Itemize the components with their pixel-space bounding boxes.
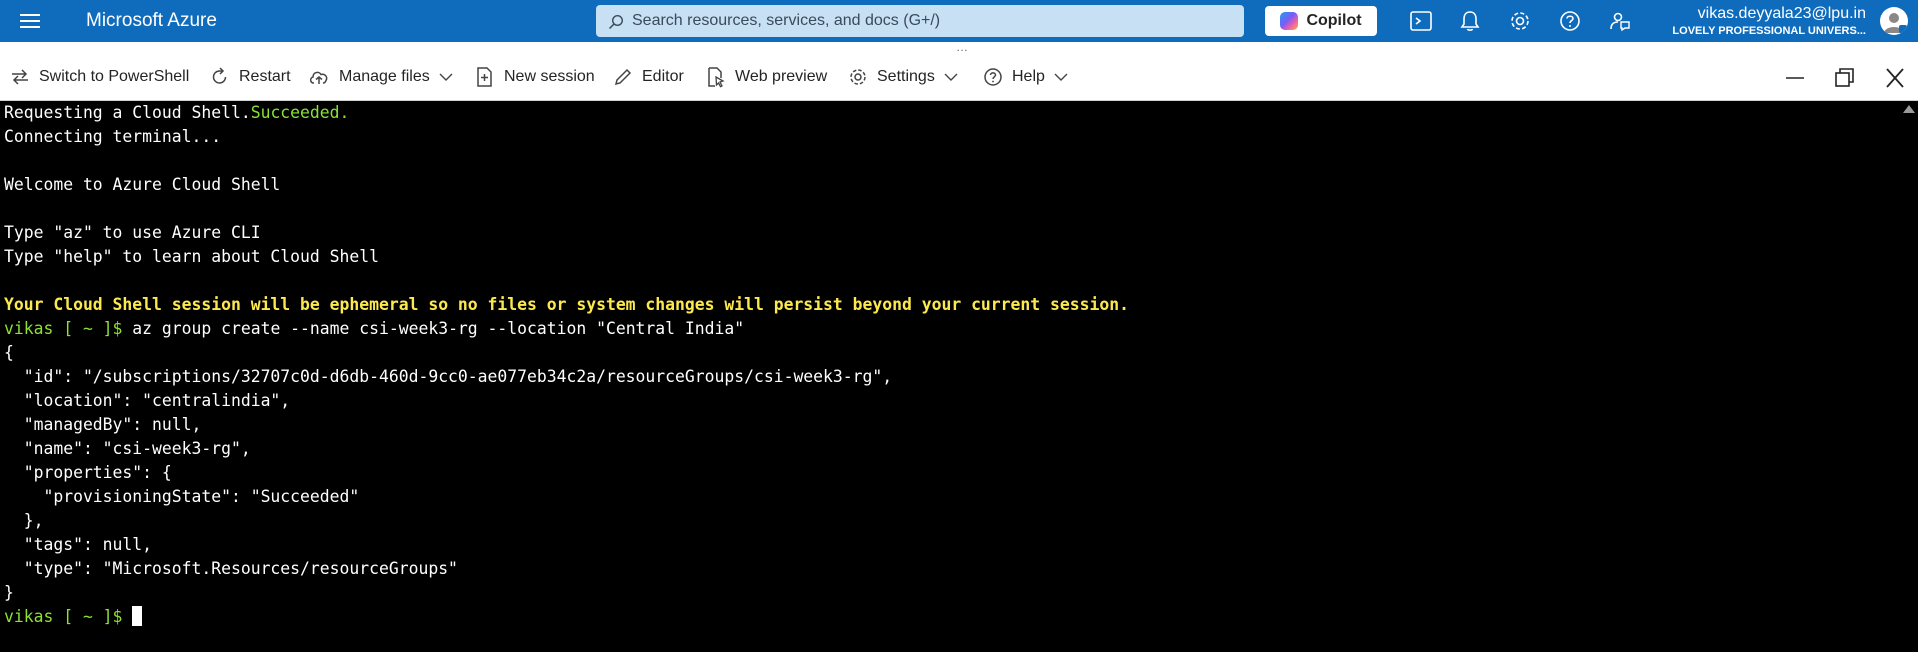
- terminal-line: Connecting terminal...: [4, 127, 222, 146]
- json-output-line: "type": "Microsoft.Resources/resourceGro…: [4, 559, 458, 578]
- avatar[interactable]: [1880, 7, 1908, 35]
- terminal-line: Type "help" to learn about Cloud Shell: [4, 247, 379, 266]
- help-icon[interactable]: [1557, 9, 1583, 33]
- help-label: Help: [1012, 68, 1045, 85]
- search-icon: [608, 14, 624, 30]
- feedback-icon[interactable]: [1607, 9, 1633, 33]
- cloud-shell-icon[interactable]: [1408, 9, 1434, 33]
- copilot-logo-icon: [1280, 12, 1299, 30]
- new-session-label: New session: [504, 68, 595, 85]
- pencil-icon: [614, 68, 632, 86]
- shell-prompt: vikas [ ~ ]$: [4, 607, 123, 626]
- web-preview-button[interactable]: Web preview: [706, 66, 827, 88]
- terminal-warning-line: Your Cloud Shell session will be ephemer…: [4, 295, 1129, 314]
- settings-button[interactable]: Settings: [848, 66, 958, 88]
- minimize-icon[interactable]: [1782, 66, 1808, 90]
- scroll-up-arrow-icon[interactable]: [1903, 105, 1915, 113]
- settings-label: Settings: [877, 68, 935, 85]
- new-session-button[interactable]: New session: [475, 66, 595, 88]
- new-session-icon: [477, 67, 492, 87]
- restore-icon[interactable]: [1831, 66, 1857, 90]
- gear-icon: [850, 69, 866, 85]
- switch-label: Switch to PowerShell: [39, 68, 190, 85]
- json-output-line: "properties": {: [4, 463, 172, 482]
- account-email: vikas.deyyala23@lpu.in: [1697, 5, 1866, 22]
- json-output-line: },: [4, 511, 44, 530]
- close-icon[interactable]: [1882, 66, 1908, 90]
- json-output-line: }: [4, 583, 14, 602]
- chevron-down-icon: [1054, 73, 1068, 81]
- shell-prompt: vikas [ ~ ]$: [4, 319, 123, 338]
- azure-top-bar: Microsoft Azure Copilot vikas.deyy: [0, 0, 1918, 42]
- terminal-scrollbar[interactable]: [1898, 101, 1918, 652]
- terminal-status-text: Succeeded.: [250, 103, 350, 122]
- copilot-button[interactable]: Copilot: [1265, 6, 1377, 36]
- restart-label: Restart: [239, 68, 291, 85]
- json-output-line: {: [4, 343, 14, 362]
- switch-to-powershell-button[interactable]: Switch to PowerShell: [10, 66, 189, 88]
- terminal[interactable]: Requesting a Cloud Shell.Succeeded. Conn…: [0, 101, 1898, 652]
- resize-grip[interactable]: …: [956, 41, 969, 53]
- terminal-text: Requesting a Cloud Shell.: [4, 103, 251, 122]
- cloud-shell-toolbar: … Switch to PowerShell Restart Manage fi…: [0, 41, 1918, 101]
- chevron-down-icon: [944, 73, 958, 81]
- hamburger-menu-icon[interactable]: [20, 11, 42, 31]
- account-org: LOVELY PROFESSIONAL UNIVERS...: [1672, 25, 1866, 37]
- terminal-line: Requesting a Cloud Shell.Succeeded.: [4, 101, 349, 125]
- terminal-prompt-line: vikas [ ~ ]$: [4, 605, 143, 629]
- chevron-down-icon: [439, 73, 453, 81]
- switch-arrows-icon: [12, 69, 28, 85]
- json-output-line: "id": "/subscriptions/32707c0d-d6db-460d…: [4, 367, 893, 386]
- search-box[interactable]: [596, 5, 1244, 37]
- help-icon: [984, 68, 1002, 86]
- account-info[interactable]: vikas.deyyala23@lpu.in LOVELY PROFESSION…: [1672, 5, 1866, 39]
- editor-label: Editor: [642, 68, 684, 85]
- terminal-line: Type "az" to use Azure CLI: [4, 223, 261, 242]
- json-output-line: "tags": null,: [4, 535, 153, 554]
- json-output-line: "provisioningState": "Succeeded": [4, 487, 360, 506]
- shell-command: az group create --name csi-week3-rg --lo…: [122, 319, 745, 338]
- manage-files-label: Manage files: [339, 68, 430, 85]
- user-avatar-icon: [1884, 13, 1907, 33]
- editor-button[interactable]: Editor: [613, 66, 684, 88]
- brand-title[interactable]: Microsoft Azure: [86, 10, 217, 32]
- help-button[interactable]: Help: [983, 66, 1068, 88]
- web-preview-icon: [708, 67, 725, 88]
- search-input[interactable]: [632, 5, 1232, 37]
- copilot-label: Copilot: [1306, 12, 1362, 29]
- web-preview-label: Web preview: [735, 68, 828, 85]
- terminal-command-line: vikas [ ~ ]$ az group create --name csi-…: [4, 317, 744, 341]
- restart-icon: [212, 67, 227, 84]
- cloud-upload-icon: [309, 71, 328, 84]
- json-output-line: "location": "centralindia",: [4, 391, 291, 410]
- gear-icon[interactable]: [1507, 9, 1533, 33]
- bell-icon[interactable]: [1457, 9, 1483, 33]
- terminal-cursor: [132, 606, 143, 626]
- json-output-line: "name": "csi-week3-rg",: [4, 439, 251, 458]
- manage-files-button[interactable]: Manage files: [308, 66, 453, 88]
- restart-button[interactable]: Restart: [210, 66, 291, 88]
- terminal-line: Welcome to Azure Cloud Shell: [4, 175, 281, 194]
- json-output-line: "managedBy": null,: [4, 415, 202, 434]
